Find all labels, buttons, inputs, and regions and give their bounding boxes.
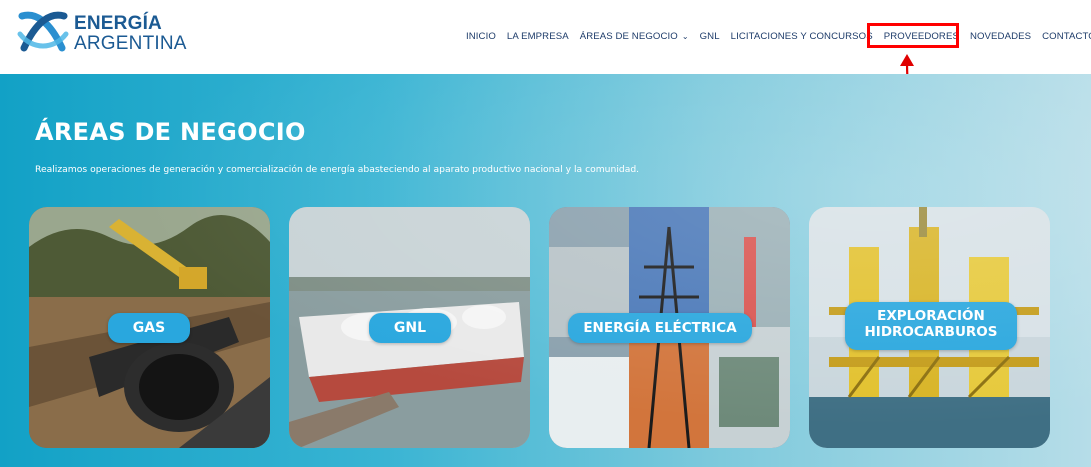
energia-argentina-logo-icon (17, 11, 69, 52)
nav-item-label: PROVEEDORES (883, 31, 959, 42)
nav-item-contacto[interactable]: CONTACTO (1042, 31, 1091, 42)
page-subtitle: Realizamos operaciones de generación y c… (35, 164, 640, 175)
nav-item-label: NOVEDADES (969, 31, 1032, 42)
gas-pipeline-photo (29, 207, 270, 448)
card-exploracion-label-line2: HIDROCARBUROS (864, 324, 998, 341)
nav-item-label: CONTACTO (1042, 31, 1091, 42)
brand-logo[interactable]: ENERGÍA ARGENTINA (16, 10, 187, 56)
nav-item-proveedores[interactable]: PROVEEDORES (884, 31, 959, 42)
card-gas[interactable]: GAS (29, 207, 270, 448)
brand-name-line1: ENERGÍA (74, 12, 162, 34)
card-exploracion-hidrocarburos-label: EXPLORACIÓN HIDROCARBUROS (845, 302, 1017, 350)
card-exploracion-hidrocarburos[interactable]: EXPLORACIÓN HIDROCARBUROS (809, 207, 1050, 448)
card-energia-electrica-label: ENERGÍA ELÉCTRICA (568, 313, 752, 343)
nav-item-label: ÁREAS DE NEGOCIO (579, 31, 678, 42)
main-nav: INICIO LA EMPRESA ÁREAS DE NEGOCIO ⌄ GNL … (466, 31, 1091, 42)
nav-item-areas-de-negocio[interactable]: ÁREAS DE NEGOCIO ⌄ (580, 31, 689, 42)
offshore-platform-photo (809, 207, 1050, 448)
nav-item-licitaciones[interactable]: LICITACIONES Y CONCURSOS (731, 31, 873, 42)
nav-item-label: INICIO (466, 31, 496, 42)
lng-ship-photo (289, 207, 530, 448)
card-gnl[interactable]: GNL (289, 207, 530, 448)
brand-name-line2: ARGENTINA (74, 32, 187, 54)
card-exploracion-label-line1: EXPLORACIÓN (877, 308, 985, 324)
nav-item-gnl[interactable]: GNL (700, 31, 720, 42)
nav-item-label: GNL (699, 31, 720, 42)
nav-item-inicio[interactable]: INICIO (466, 31, 496, 42)
business-areas-cards: GAS GNL ENERGÍA ELÉCTRICA EXPLORACIÓN HI… (29, 207, 1050, 448)
chevron-down-icon: ⌄ (681, 32, 689, 41)
page-title: ÁREAS DE NEGOCIO (35, 118, 306, 146)
nav-item-la-empresa[interactable]: LA EMPRESA (507, 31, 569, 42)
nav-item-label: LICITACIONES Y CONCURSOS (730, 31, 873, 42)
electric-energy-photo (549, 207, 790, 448)
card-gnl-label: GNL (369, 313, 451, 343)
site-header: ENERGÍA ARGENTINA INICIO LA EMPRESA ÁREA… (0, 0, 1091, 74)
card-gas-label: GAS (108, 313, 190, 343)
card-energia-electrica[interactable]: ENERGÍA ELÉCTRICA (549, 207, 790, 448)
nav-item-label: LA EMPRESA (506, 31, 569, 42)
nav-item-novedades[interactable]: NOVEDADES (970, 31, 1031, 42)
hero-section: ÁREAS DE NEGOCIO Realizamos operaciones … (0, 74, 1091, 467)
